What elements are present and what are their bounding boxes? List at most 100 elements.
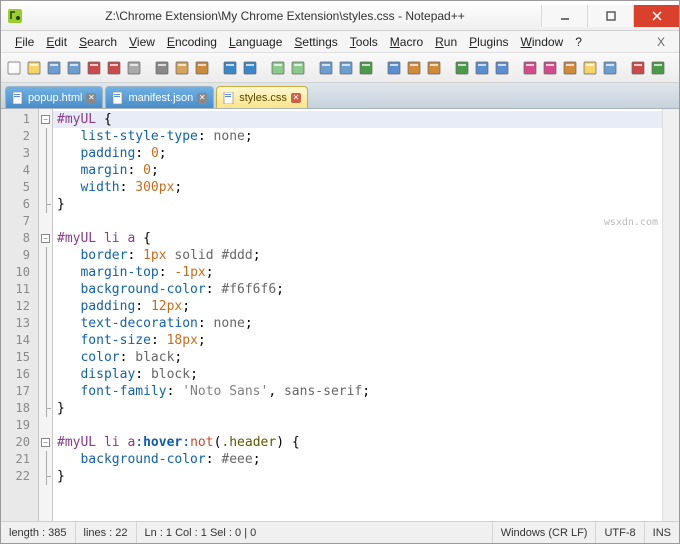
line-number[interactable]: 14 [1,332,38,349]
indent-guide-button[interactable] [425,57,443,79]
line-number[interactable]: 11 [1,281,38,298]
line-number[interactable]: 8 [1,230,38,247]
redo-button[interactable] [241,57,259,79]
line-number[interactable]: 6 [1,196,38,213]
code-line[interactable]: margin: 0; [53,162,662,179]
tab-close-icon[interactable]: ✕ [86,93,96,103]
close-all-button[interactable] [105,57,123,79]
tab-close-icon[interactable]: ✕ [197,93,207,103]
undo-button[interactable] [221,57,239,79]
print-button[interactable] [125,57,143,79]
code-line[interactable]: font-family: 'Noto Sans', sans-serif; [53,383,662,400]
tab-popup-html[interactable]: popup.html✕ [5,86,103,108]
code-line[interactable]: #myUL li a { [53,230,662,247]
code-line[interactable] [53,213,662,230]
line-number[interactable]: 19 [1,417,38,434]
menu-search[interactable]: Search [73,35,123,49]
code-line[interactable]: } [53,196,662,213]
code-line[interactable]: #myUL li a:hover:not(.header) { [53,434,662,451]
code-line[interactable]: background-color: #eee; [53,451,662,468]
line-number[interactable]: 21 [1,451,38,468]
maximize-button[interactable] [587,5,633,27]
find-button[interactable] [269,57,287,79]
status-encoding[interactable]: UTF-8 [596,522,644,543]
fold-column[interactable]: −−− [39,109,53,521]
line-number[interactable]: 7 [1,213,38,230]
line-number[interactable]: 10 [1,264,38,281]
menu-plugins[interactable]: Plugins [463,35,514,49]
line-number[interactable]: 1 [1,111,38,128]
line-number[interactable]: 17 [1,383,38,400]
show-all-button[interactable] [405,57,423,79]
code-line[interactable]: } [53,400,662,417]
close-button[interactable] [633,5,679,27]
code-line[interactable]: background-color: #f6f6f6; [53,281,662,298]
save-all-button[interactable] [65,57,83,79]
fold-marker[interactable]: − [39,434,52,451]
line-number[interactable]: 16 [1,366,38,383]
status-mode[interactable]: INS [645,522,679,543]
save-button[interactable] [45,57,63,79]
line-number[interactable]: 15 [1,349,38,366]
wordwrap-button[interactable] [385,57,403,79]
func-list-button[interactable] [561,57,579,79]
tab-styles-css[interactable]: styles.css✕ [216,86,308,108]
minimize-button[interactable] [541,5,587,27]
line-number[interactable]: 5 [1,179,38,196]
cut-button[interactable] [153,57,171,79]
menu-encoding[interactable]: Encoding [161,35,223,49]
menu-edit[interactable]: Edit [40,35,73,49]
code-line[interactable]: display: block; [53,366,662,383]
folder-button[interactable] [581,57,599,79]
menu-macro[interactable]: Macro [384,35,429,49]
menu-x-button[interactable]: X [651,35,671,49]
line-number[interactable]: 20 [1,434,38,451]
code-line[interactable]: padding: 12px; [53,298,662,315]
lang-button[interactable] [453,57,471,79]
line-number[interactable]: 22 [1,468,38,485]
new-button[interactable] [5,57,23,79]
code-line[interactable]: padding: 0; [53,145,662,162]
open-button[interactable] [25,57,43,79]
code-line[interactable]: text-decoration: none; [53,315,662,332]
unfold-button[interactable] [493,57,511,79]
replace-button[interactable] [289,57,307,79]
code-line[interactable]: } [53,468,662,485]
menu-window[interactable]: Window [515,35,570,49]
copy-button[interactable] [173,57,191,79]
menu-settings[interactable]: Settings [288,35,343,49]
close-button[interactable] [85,57,103,79]
line-number[interactable]: 4 [1,162,38,179]
doc-map-button[interactable] [541,57,559,79]
line-number[interactable]: 18 [1,400,38,417]
line-number[interactable]: 13 [1,315,38,332]
menu-run[interactable]: Run [429,35,463,49]
code-line[interactable]: #myUL { [53,111,662,128]
code-line[interactable] [53,417,662,434]
tab-manifest-json[interactable]: manifest.json✕ [105,86,214,108]
menu-view[interactable]: View [123,35,161,49]
code-editor[interactable]: wsxdn.com #myUL { list-style-type: none;… [53,109,662,521]
menu-file[interactable]: File [9,35,40,49]
code-line[interactable]: margin-top: -1px; [53,264,662,281]
fold-button[interactable] [473,57,491,79]
tab-close-icon[interactable]: ✕ [291,93,301,103]
menu-tools[interactable]: Tools [344,35,384,49]
menu-language[interactable]: Language [223,35,288,49]
record-button[interactable] [629,57,647,79]
status-eol[interactable]: Windows (CR LF) [493,522,597,543]
monitor-button[interactable] [601,57,619,79]
play-button[interactable] [649,57,667,79]
code-line[interactable]: border: 1px solid #ddd; [53,247,662,264]
line-number[interactable]: 2 [1,128,38,145]
code-line[interactable]: color: black; [53,349,662,366]
zoom-out-button[interactable] [337,57,355,79]
code-line[interactable]: font-size: 18px; [53,332,662,349]
paste-button[interactable] [193,57,211,79]
line-number[interactable]: 12 [1,298,38,315]
zoom-in-button[interactable] [317,57,335,79]
menu-help[interactable]: ? [569,35,588,49]
fold-marker[interactable]: − [39,111,52,128]
code-line[interactable]: width: 300px; [53,179,662,196]
line-number[interactable]: 3 [1,145,38,162]
